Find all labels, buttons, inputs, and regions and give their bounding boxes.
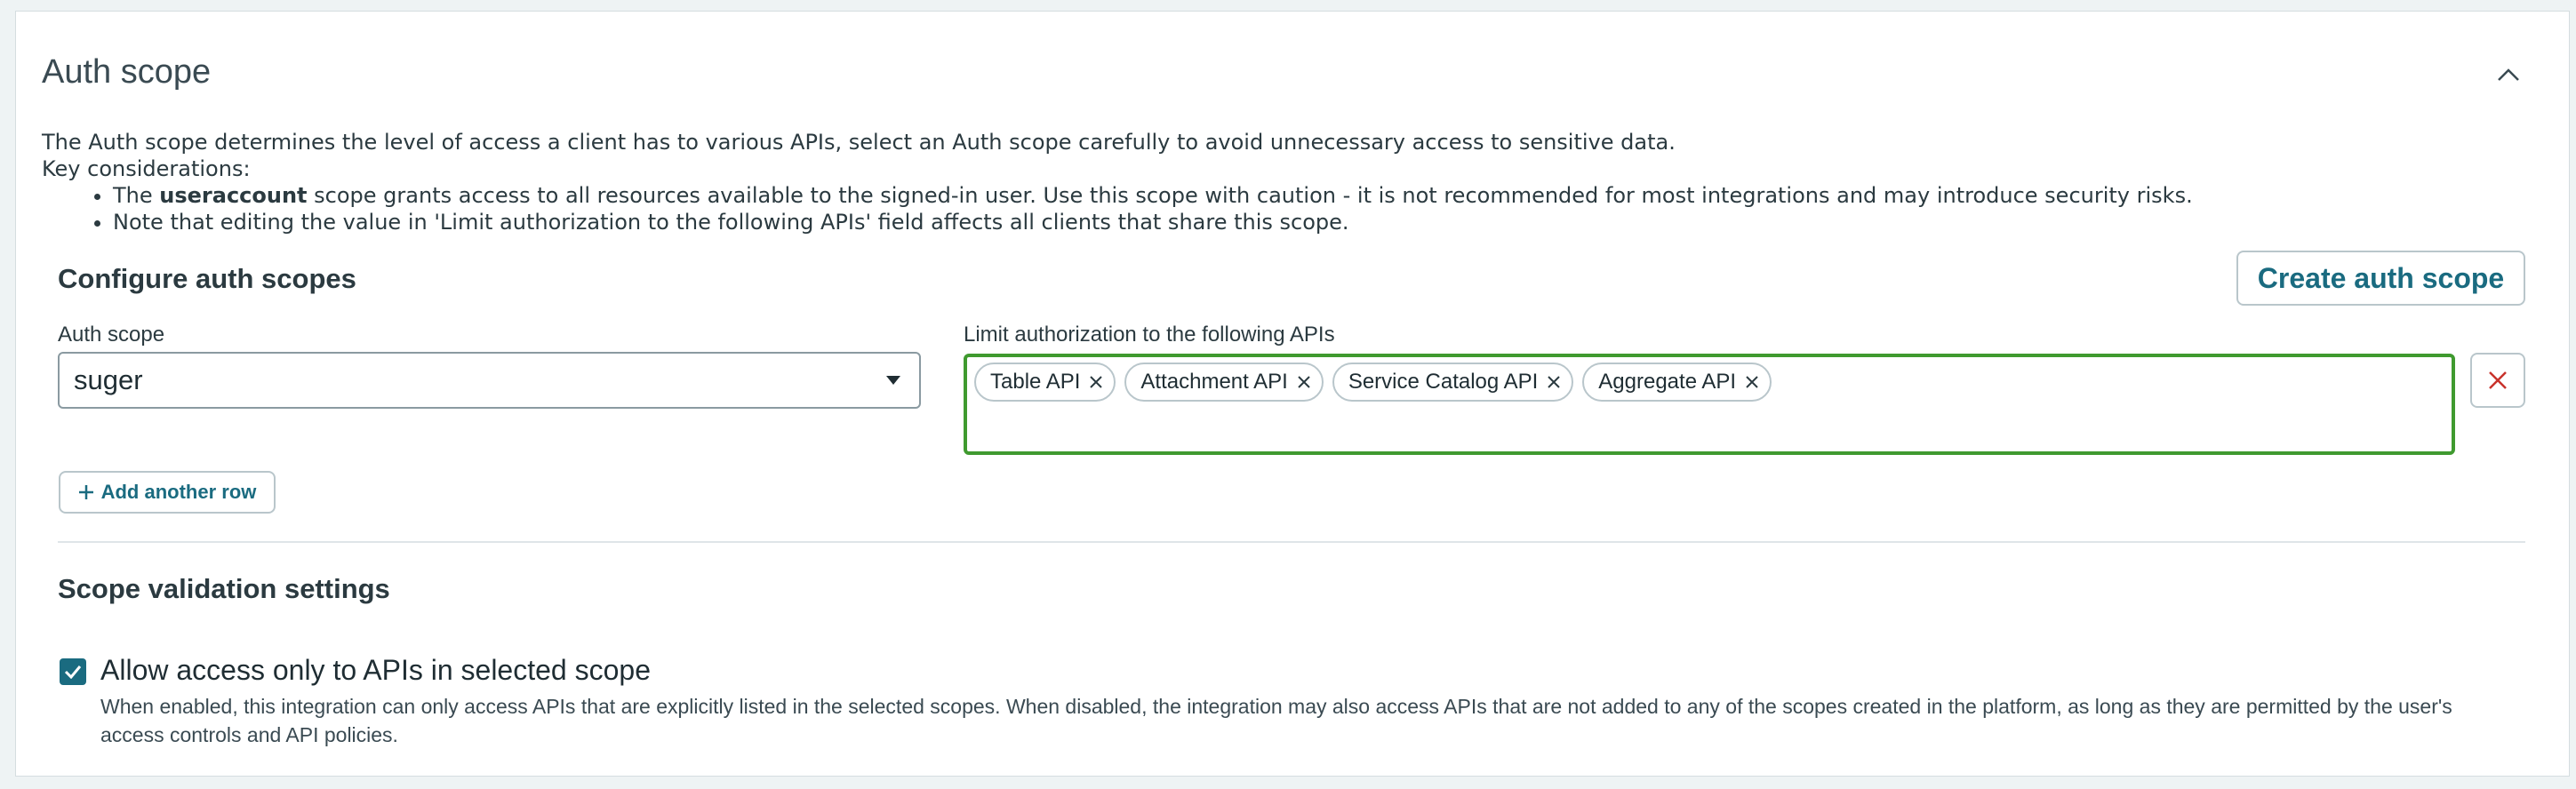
- allow-access-description: When enabled, this integration can only …: [100, 695, 2452, 746]
- consideration-scope-name: useraccount: [159, 183, 308, 208]
- chevron-up-icon: [2498, 68, 2519, 81]
- close-icon[interactable]: [1547, 375, 1561, 389]
- configure-heading: Configure auth scopes: [58, 263, 356, 294]
- limit-apis-label: Limit authorization to the following API…: [964, 323, 1335, 347]
- api-chip-label: Aggregate API: [1598, 370, 1737, 394]
- limit-apis-input[interactable]: Table API Attachment API Service Catalog…: [964, 354, 2455, 455]
- api-chip-label: Table API: [990, 370, 1081, 394]
- validation-heading: Scope validation settings: [58, 573, 390, 604]
- close-icon[interactable]: [1745, 375, 1759, 389]
- consideration-suffix: scope grants access to all resources ava…: [307, 183, 2193, 208]
- section-description: The Auth scope determines the level of a…: [42, 129, 2193, 235]
- close-icon[interactable]: [1297, 375, 1311, 389]
- divider: [58, 541, 2525, 543]
- api-chip: Service Catalog API: [1332, 363, 1574, 402]
- section-title: Auth scope: [42, 53, 212, 91]
- auth-scope-label: Auth scope: [58, 323, 165, 347]
- allow-access-checkbox[interactable]: [60, 658, 86, 685]
- remove-row-button[interactable]: [2470, 353, 2525, 408]
- auth-scope-value: suger: [74, 364, 143, 395]
- close-icon: [2489, 371, 2507, 389]
- add-row-label: Add another row: [100, 481, 257, 503]
- allow-access-label: Allow access only to APIs in selected sc…: [100, 654, 651, 686]
- plus-icon: [78, 485, 93, 499]
- api-chip-label: Service Catalog API: [1348, 370, 1539, 394]
- add-another-row-button[interactable]: Add another row: [59, 471, 276, 514]
- checkmark-icon: [64, 665, 82, 679]
- dropdown-arrow-icon: [886, 376, 900, 385]
- consideration-prefix: The: [113, 183, 160, 208]
- create-auth-scope-button[interactable]: Create auth scope: [2236, 251, 2525, 306]
- close-icon[interactable]: [1089, 375, 1103, 389]
- auth-scope-select[interactable]: suger: [58, 352, 921, 409]
- api-chip: Table API: [974, 363, 1116, 402]
- api-chip-label: Attachment API: [1140, 370, 1288, 394]
- api-chip: Aggregate API: [1582, 363, 1772, 402]
- api-chip: Attachment API: [1124, 363, 1324, 402]
- considerations-list: The useraccount scope grants access to a…: [42, 182, 2193, 235]
- collapse-button[interactable]: [2491, 57, 2526, 92]
- description-intro: The Auth scope determines the level of a…: [42, 130, 1676, 155]
- consideration-item: Note that editing the value in 'Limit au…: [113, 209, 2193, 235]
- consideration-item: The useraccount scope grants access to a…: [113, 182, 2193, 209]
- key-considerations-label: Key considerations:: [42, 156, 251, 181]
